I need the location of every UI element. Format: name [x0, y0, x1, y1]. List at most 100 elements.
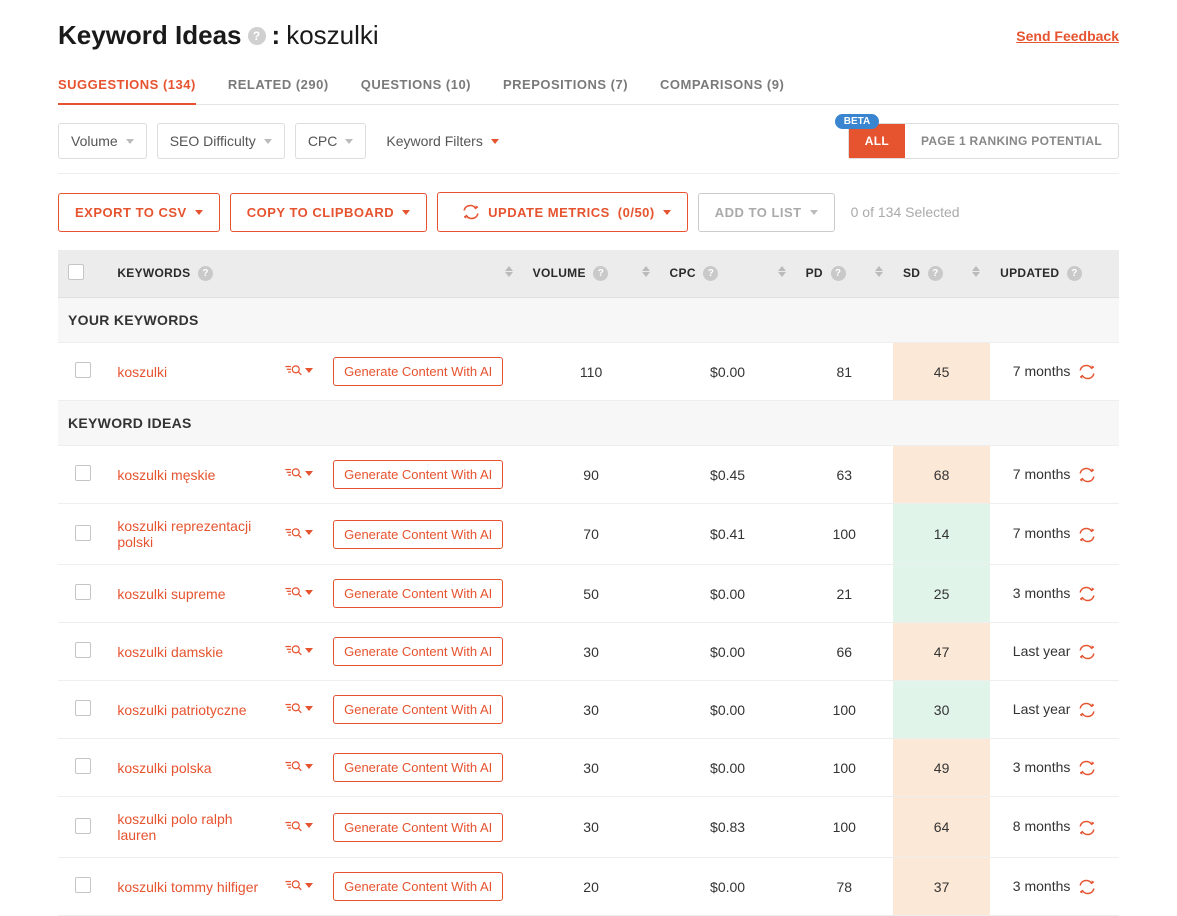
copy-clipboard-button[interactable]: COPY TO CLIPBOARD: [230, 193, 427, 232]
col-volume: VOLUME: [533, 266, 586, 280]
keyword-search-icon[interactable]: [284, 819, 313, 833]
row-checkbox[interactable]: [75, 362, 91, 378]
refresh-row-icon[interactable]: [1078, 364, 1096, 380]
tab-1[interactable]: RELATED (290): [228, 71, 329, 104]
export-csv-button[interactable]: EXPORT TO CSV: [58, 193, 220, 232]
help-icon[interactable]: ?: [1067, 266, 1082, 281]
sort-volume[interactable]: [642, 266, 650, 277]
generate-ai-button[interactable]: Generate Content With AI: [333, 579, 503, 608]
generate-ai-button[interactable]: Generate Content With AI: [333, 637, 503, 666]
cell-pd: 100: [796, 681, 893, 739]
refresh-row-icon[interactable]: [1078, 702, 1096, 718]
cell-cpc: $0.00: [660, 681, 796, 739]
keyword-link[interactable]: koszulki reprezentacji polski: [117, 518, 251, 550]
chevron-down-icon: [305, 368, 313, 373]
sort-keywords[interactable]: [505, 266, 513, 277]
refresh-row-icon[interactable]: [1078, 879, 1096, 895]
seo-difficulty-filter[interactable]: SEO Difficulty: [157, 123, 285, 159]
row-checkbox[interactable]: [75, 877, 91, 893]
row-checkbox[interactable]: [75, 642, 91, 658]
help-icon[interactable]: ?: [198, 266, 213, 281]
tab-4[interactable]: COMPARISONS (9): [660, 71, 784, 104]
chevron-down-icon: [491, 139, 499, 144]
row-checkbox[interactable]: [75, 758, 91, 774]
chevron-down-icon: [810, 210, 818, 215]
sort-sd[interactable]: [972, 266, 980, 277]
cpc-filter[interactable]: CPC: [295, 123, 367, 159]
chevron-down-icon: [305, 706, 313, 711]
keyword-search-icon[interactable]: [284, 466, 313, 480]
tab-3[interactable]: PREPOSITIONS (7): [503, 71, 628, 104]
keyword-filters[interactable]: Keyword Filters: [386, 133, 498, 149]
table-row: koszulki męskieGenerate Content With AI9…: [58, 446, 1119, 504]
keyword-link[interactable]: koszulki męskie: [117, 467, 215, 483]
refresh-row-icon[interactable]: [1078, 760, 1096, 776]
toggle-page1[interactable]: PAGE 1 RANKING POTENTIAL: [905, 124, 1118, 158]
table-row: koszulkiGenerate Content With AI110$0.00…: [58, 343, 1119, 401]
refresh-row-icon[interactable]: [1078, 586, 1096, 602]
generate-ai-button[interactable]: Generate Content With AI: [333, 872, 503, 901]
update-metrics-button[interactable]: UPDATE METRICS (0/50): [437, 192, 688, 232]
cell-pd: 66: [796, 623, 893, 681]
cell-updated: 7 months: [990, 504, 1119, 565]
add-to-list-button[interactable]: ADD TO LIST: [698, 193, 835, 232]
generate-ai-button[interactable]: Generate Content With AI: [333, 357, 503, 386]
keyword-link[interactable]: koszulki supreme: [117, 586, 225, 602]
keyword-link[interactable]: koszulki tommy hilfiger: [117, 879, 258, 895]
row-checkbox[interactable]: [75, 818, 91, 834]
selected-info: 0 of 134 Selected: [851, 204, 960, 220]
sort-pd[interactable]: [875, 266, 883, 277]
cell-sd: 14: [893, 504, 990, 565]
keyword-search-icon[interactable]: [284, 701, 313, 715]
keyword-search-icon[interactable]: [284, 526, 313, 540]
tab-0[interactable]: SUGGESTIONS (134): [58, 71, 196, 104]
cell-sd: 30: [893, 681, 990, 739]
cell-pd: 100: [796, 739, 893, 797]
table-row: koszulki reprezentacji polski Generate Co…: [58, 504, 1119, 565]
generate-ai-button[interactable]: Generate Content With AI: [333, 695, 503, 724]
keyword-link[interactable]: koszulki polska: [117, 760, 211, 776]
chevron-down-icon: [305, 471, 313, 476]
row-checkbox[interactable]: [75, 465, 91, 481]
volume-filter[interactable]: Volume: [58, 123, 147, 159]
cell-pd: 81: [796, 343, 893, 401]
chevron-down-icon: [126, 139, 134, 144]
generate-ai-button[interactable]: Generate Content With AI: [333, 460, 503, 489]
keyword-search-icon[interactable]: [284, 643, 313, 657]
generate-ai-button[interactable]: Generate Content With AI: [333, 520, 503, 549]
cell-pd: 63: [796, 446, 893, 504]
cell-volume: 50: [523, 565, 660, 623]
keyword-link[interactable]: koszulki damskie: [117, 644, 223, 660]
help-icon[interactable]: ?: [248, 27, 266, 45]
generate-ai-button[interactable]: Generate Content With AI: [333, 753, 503, 782]
row-checkbox[interactable]: [75, 525, 91, 541]
keyword-search-icon[interactable]: [284, 585, 313, 599]
send-feedback-link[interactable]: Send Feedback: [1016, 28, 1119, 44]
keyword-link[interactable]: koszulki: [117, 364, 167, 380]
cell-updated: 7 months: [990, 446, 1119, 504]
row-checkbox[interactable]: [75, 700, 91, 716]
tab-2[interactable]: QUESTIONS (10): [361, 71, 471, 104]
refresh-row-icon[interactable]: [1078, 644, 1096, 660]
help-icon[interactable]: ?: [928, 266, 943, 281]
table-row: koszulki polskaGenerate Content With AI3…: [58, 739, 1119, 797]
help-icon[interactable]: ?: [703, 266, 718, 281]
select-all-checkbox[interactable]: [68, 264, 84, 280]
refresh-row-icon[interactable]: [1078, 467, 1096, 483]
add-label: ADD TO LIST: [715, 205, 802, 220]
keyword-link[interactable]: koszulki polo ralph lauren: [117, 811, 232, 843]
beta-badge: BETA: [835, 114, 879, 129]
help-icon[interactable]: ?: [831, 266, 846, 281]
row-checkbox[interactable]: [75, 584, 91, 600]
keyword-link[interactable]: koszulki patriotyczne: [117, 702, 246, 718]
help-icon[interactable]: ?: [593, 266, 608, 281]
keyword-search-icon[interactable]: [284, 363, 313, 377]
refresh-row-icon[interactable]: [1078, 820, 1096, 836]
generate-ai-button[interactable]: Generate Content With AI: [333, 813, 503, 842]
sort-cpc[interactable]: [778, 266, 786, 277]
keyword-search-icon[interactable]: [284, 759, 313, 773]
toggle-all[interactable]: ALL: [849, 124, 905, 158]
refresh-row-icon[interactable]: [1078, 527, 1096, 543]
keyword-search-icon[interactable]: [284, 878, 313, 892]
page-title: Keyword Ideas ? : koszulki: [58, 20, 379, 51]
